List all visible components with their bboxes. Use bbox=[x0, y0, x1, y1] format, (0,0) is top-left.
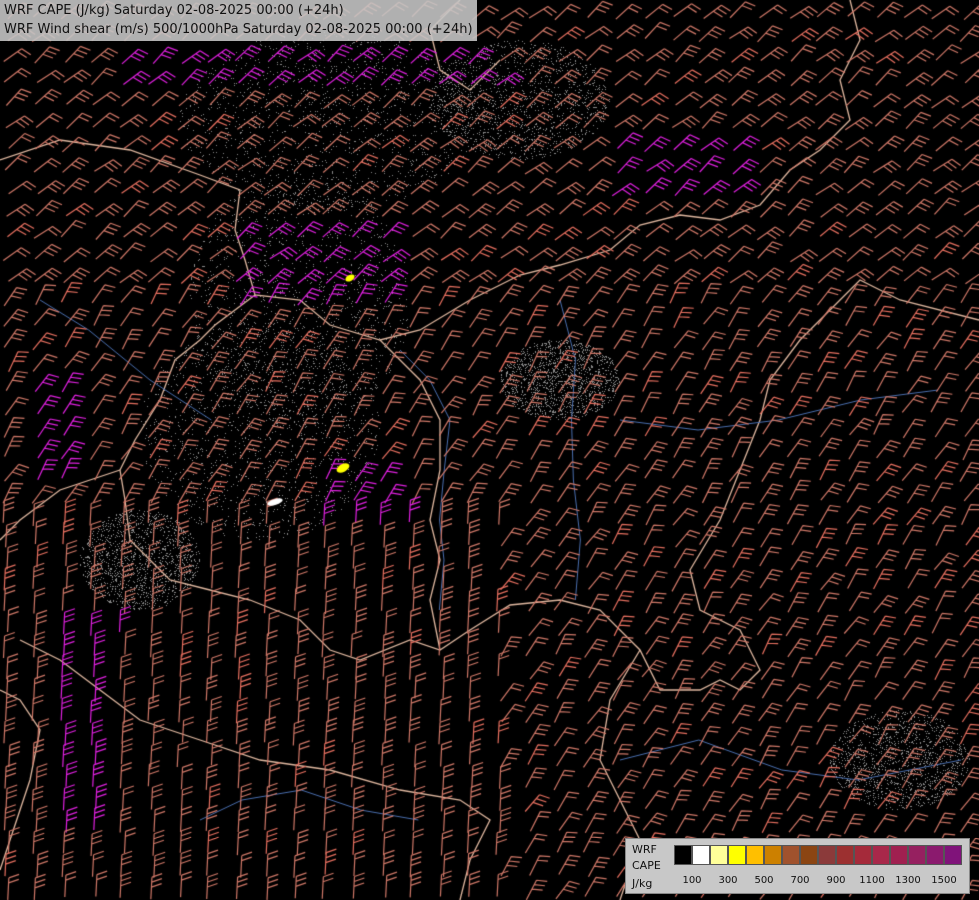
legend-swatch bbox=[692, 845, 710, 865]
legend-swatch bbox=[818, 845, 836, 865]
legend-swatch bbox=[872, 845, 890, 865]
wind-shear-title: WRF Wind shear (m/s) 500/1000hPa Saturda… bbox=[4, 22, 473, 37]
legend-tick: 1300 bbox=[895, 875, 921, 886]
legend-swatch bbox=[746, 845, 764, 865]
legend-swatch bbox=[944, 845, 962, 865]
cape-legend: WRF CAPE J/kg 100 300 500 700 900 1100 1300 150… bbox=[625, 838, 970, 894]
cape-title: WRF CAPE (J/kg) Saturday 02-08-2025 00:0… bbox=[4, 3, 344, 18]
legend-swatch bbox=[836, 845, 854, 865]
legend-tick: 100 bbox=[682, 875, 702, 886]
legend-model-label: WRF bbox=[632, 843, 657, 856]
legend-swatch bbox=[782, 845, 800, 865]
legend-swatch bbox=[854, 845, 872, 865]
legend-swatch bbox=[908, 845, 926, 865]
legend-tick: 900 bbox=[826, 875, 846, 886]
legend-tick: 500 bbox=[754, 875, 774, 886]
legend-tick: 1500 bbox=[931, 875, 957, 886]
legend-swatch bbox=[674, 845, 692, 865]
legend-tick: 700 bbox=[790, 875, 810, 886]
legend-variable-label: CAPE bbox=[632, 859, 661, 872]
legend-swatch bbox=[764, 845, 782, 865]
legend-swatch bbox=[890, 845, 908, 865]
map-title-box: WRF CAPE (J/kg) Saturday 02-08-2025 00:0… bbox=[0, 0, 477, 41]
weather-map bbox=[0, 0, 979, 900]
legend-color-scale bbox=[674, 845, 962, 865]
legend-swatch bbox=[710, 845, 728, 865]
legend-swatch bbox=[800, 845, 818, 865]
legend-unit-label: J/kg bbox=[632, 877, 653, 890]
legend-tick-labels: 100 300 500 700 900 1100 1300 1500 bbox=[674, 875, 966, 889]
legend-tick: 1100 bbox=[859, 875, 885, 886]
legend-swatch bbox=[728, 845, 746, 865]
legend-tick: 300 bbox=[718, 875, 738, 886]
legend-swatch bbox=[926, 845, 944, 865]
